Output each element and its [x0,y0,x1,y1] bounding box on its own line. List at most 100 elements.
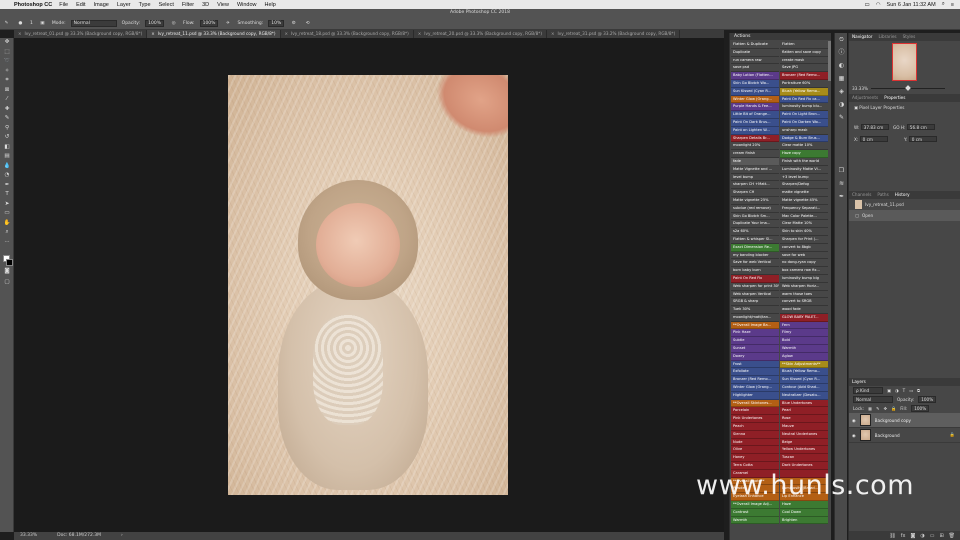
tab-document[interactable]: × Ivy_retreat_18.psd @ 33.3% (Background … [281,30,414,38]
action-item[interactable]: Sun Kissed (Cyan R... [731,87,779,96]
action-item[interactable]: Brighten [780,516,828,525]
action-item[interactable]: Blush (Yellow Remo... [780,368,828,377]
info-panel-icon[interactable]: ⓘ [835,46,848,59]
action-item[interactable]: Matte vignette 45% [780,196,828,205]
move-tool-icon[interactable]: ✥ [0,38,14,48]
action-item[interactable]: Dark Undertones [780,462,828,470]
action-item[interactable]: Exfoliate [731,368,779,377]
action-item[interactable]: Filmy [780,329,828,338]
menu-help[interactable]: Help [265,2,276,8]
close-icon[interactable]: × [151,31,155,36]
type-tool-icon[interactable]: T [0,190,14,200]
navigator-zoom-slider[interactable] [871,85,945,91]
action-item[interactable]: Tuscan [780,454,828,463]
action-item[interactable]: convert to 8bgb [780,243,828,252]
flow-field[interactable]: 100% [199,20,219,27]
action-item[interactable]: level bump [731,173,779,182]
action-item[interactable]: Sun Kissed (Cyan R... [780,376,828,385]
action-item[interactable]: Haze copy [780,150,828,158]
close-icon[interactable]: × [418,31,422,36]
adjustments-panel-icon[interactable]: ◑ [835,98,848,111]
action-item[interactable]: Paint On Darken Wo... [780,118,828,127]
action-item[interactable]: Warmth [731,516,779,525]
action-item[interactable]: Skin Go Blotch Sm... [731,212,779,221]
tab-paths[interactable]: Paths [874,191,891,199]
healing-brush-tool-icon[interactable]: ✚ [0,105,14,115]
tab-layers[interactable]: Layers [849,378,869,386]
filter-shape-icon[interactable]: ▭ [909,388,913,393]
link-layers-icon[interactable]: ⛓ [889,533,895,539]
actions-scrollbar[interactable] [828,41,831,81]
lock-transparency-icon[interactable]: ▦ [868,406,872,411]
action-item[interactable]: Save JPG [780,64,828,73]
action-item[interactable]: fade [731,157,779,166]
action-item[interactable]: GLOW BABY PALET... [780,313,828,322]
lock-all-icon[interactable]: 🔒 [891,406,896,412]
airbrush-icon[interactable]: ✈ [223,20,232,28]
layer-name[interactable]: Background copy [875,418,911,423]
battery-icon[interactable]: ▭ [865,2,870,8]
smoothing-gear-icon[interactable]: ⚙ [289,20,298,28]
action-item[interactable]: Paint on Lighten W... [731,126,779,135]
canvas-area[interactable] [14,38,724,532]
blur-tool-icon[interactable]: 💧 [0,162,14,172]
action-item[interactable]: Mac Color Palette... [780,212,828,221]
eyedropper-tool-icon[interactable]: ⁄ [0,95,14,105]
action-item[interactable]: Yellow Undertones [780,446,828,455]
action-item[interactable]: SRGB & sharp [731,298,779,307]
action-item[interactable]: s2a 60% [731,228,779,236]
action-item[interactable]: Terra Cotta [731,462,779,470]
brush-size-value[interactable]: 1 [30,21,33,26]
path-select-tool-icon[interactable]: ➤ [0,200,14,210]
filter-pixel-icon[interactable]: ▣ [887,388,891,393]
menu-image[interactable]: Image [94,2,109,8]
lock-image-icon[interactable]: ✎ [876,406,880,411]
close-icon[interactable]: × [18,31,22,36]
action-item[interactable]: Bronzer (Red Remo... [731,376,779,385]
search-icon[interactable]: ⌕ [942,1,945,8]
hand-tool-icon[interactable]: ✋ [0,219,14,229]
y-field[interactable]: 0 cm [908,136,937,142]
layers-panel-icon[interactable]: ❒ [835,164,848,177]
background-color-swatch[interactable] [6,259,13,266]
action-item[interactable]: Frequency Separati... [780,204,828,213]
link-dimensions-button[interactable]: GO [893,125,900,130]
action-item[interactable]: Cool Down [780,508,828,517]
action-item[interactable]: save psd [731,64,779,73]
menu-window[interactable]: Window [237,2,257,8]
screen-mode-icon[interactable]: ▢ [0,278,14,288]
filter-type-icon[interactable]: T [903,388,906,393]
action-item[interactable]: Bronzer (Red Remo... [780,72,828,80]
tab-adjustments[interactable]: Adjustments [849,94,881,102]
tab-document[interactable]: × Ivy_retreat_20.psd @ 33.3% (Background … [414,30,547,38]
layer-style-icon[interactable]: fx [901,533,906,539]
action-item[interactable]: Skin to skin 40% [780,228,828,236]
menu-edit[interactable]: Edit [76,2,85,8]
menu-view[interactable]: View [217,2,229,8]
pen-tool-icon[interactable]: ✒ [0,181,14,191]
history-state[interactable]: ▢ Open [849,210,960,221]
tab-channels[interactable]: Channels [849,191,874,199]
action-item[interactable]: Clear Matte 10% [780,220,828,229]
mode-select[interactable]: Normal [70,20,117,27]
clone-stamp-tool-icon[interactable]: ⚲ [0,124,14,134]
action-item[interactable]: Paint On Red Fix [731,274,779,283]
layer-row[interactable]: ◉ Background 🔒 [849,428,960,443]
action-item[interactable]: Clear matte 10% [780,142,828,151]
new-group-icon[interactable]: ▭ [930,533,935,539]
delete-layer-icon[interactable]: 🗑 [949,533,955,539]
action-item[interactable]: Matte Vignette and ... [731,165,779,174]
action-item[interactable]: Save for web Vertical [731,259,779,268]
action-item[interactable]: Contrast [731,508,779,517]
action-item[interactable]: Matte vignette 25% [731,196,779,205]
brush-tool-icon[interactable]: ✎ [2,20,11,28]
action-item[interactable]: no dong-ryan copy [780,259,828,268]
status-arrow-icon[interactable]: › [121,532,123,540]
color-panel-icon[interactable]: ◐ [835,59,848,72]
action-item[interactable]: +3 level bump [780,173,828,182]
x-field[interactable]: 0 cm [859,136,888,142]
smoothing-field[interactable]: 10% [268,20,285,27]
menu-layer[interactable]: Layer [117,2,131,8]
action-item[interactable]: Pink Undertones [731,415,779,424]
filter-smart-icon[interactable]: ⧉ [917,388,920,393]
